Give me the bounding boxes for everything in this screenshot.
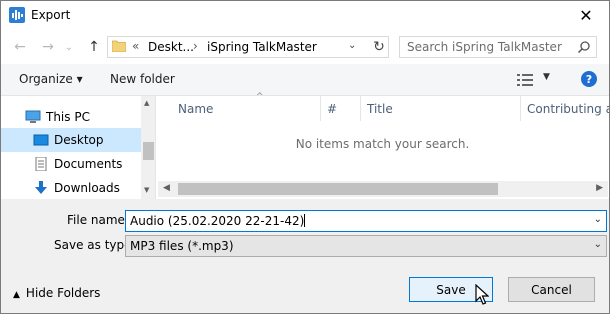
breadcrumb-desktop[interactable]: Deskt... bbox=[148, 40, 194, 54]
refresh-icon: ↻ bbox=[373, 39, 385, 55]
column-header-label: # bbox=[327, 102, 338, 116]
address-bar[interactable]: « Deskt... › iSpring TalkMaster ⌄ ↻ bbox=[107, 36, 389, 58]
downloads-icon bbox=[35, 181, 47, 194]
text-caret bbox=[304, 214, 306, 227]
navigation-pane: This PC Desktop Documents Downloads ▲ ▼ bbox=[1, 96, 156, 199]
forward-button[interactable]: → bbox=[39, 39, 57, 55]
forward-arrow-icon: → bbox=[42, 39, 54, 55]
up-button[interactable]: ↑ bbox=[85, 39, 103, 55]
sidebar-item-label: Documents bbox=[54, 157, 123, 171]
back-arrow-icon: ← bbox=[14, 39, 26, 55]
scroll-up-icon[interactable]: ▲ bbox=[144, 99, 149, 107]
file-name-input[interactable]: Audio (25.02.2020 22-21-42) ⌄ bbox=[125, 210, 607, 232]
file-list: ^ Name # Title Contributing art No items… bbox=[156, 92, 609, 199]
refresh-button[interactable]: ↻ bbox=[370, 38, 388, 56]
sort-ascending-icon: ^ bbox=[256, 92, 264, 102]
sidebar-item-label: Desktop bbox=[54, 133, 104, 147]
view-options-icon[interactable] bbox=[517, 73, 533, 87]
cancel-button[interactable]: Cancel bbox=[508, 277, 595, 302]
sidebar-item-label: This PC bbox=[46, 110, 90, 124]
computer-icon bbox=[25, 110, 41, 123]
up-arrow-icon: ↑ bbox=[88, 39, 100, 55]
back-button[interactable]: ← bbox=[11, 39, 29, 55]
breadcrumb-ispring-talkmaster[interactable]: iSpring TalkMaster bbox=[207, 40, 317, 54]
organize-button[interactable]: Organize ▾ bbox=[19, 72, 83, 86]
scroll-down-icon[interactable]: ▼ bbox=[144, 186, 149, 194]
save-as-type-select[interactable]: MP3 files (*.mp3) ⌄ bbox=[125, 235, 607, 257]
breadcrumb-separator[interactable]: › bbox=[193, 39, 198, 53]
close-button[interactable]: ✕ bbox=[563, 1, 609, 30]
column-header-label: Contributing art bbox=[527, 102, 609, 116]
chevron-up-icon: ▲ bbox=[13, 290, 20, 300]
search-placeholder: Search iSpring TalkMaster bbox=[407, 40, 562, 54]
sidebar-item-label: Downloads bbox=[54, 181, 120, 195]
mouse-cursor-icon bbox=[475, 284, 489, 305]
breadcrumb-overflow[interactable]: « bbox=[132, 39, 139, 53]
close-icon: ✕ bbox=[579, 6, 593, 25]
save-as-type-label: Save as type: bbox=[54, 238, 136, 252]
sidebar-item-downloads[interactable]: Downloads bbox=[1, 176, 141, 200]
folder-icon bbox=[112, 40, 126, 52]
column-header-number[interactable]: # bbox=[321, 96, 361, 121]
chevron-down-icon: ⌄ bbox=[64, 41, 74, 53]
column-header-label: Name bbox=[178, 102, 214, 116]
sidebar-item-documents[interactable]: Documents bbox=[1, 152, 141, 176]
horizontal-scroll-thumb[interactable] bbox=[178, 183, 498, 195]
search-icon bbox=[577, 41, 590, 54]
navpane-scrollbar[interactable]: ▲ ▼ bbox=[141, 96, 155, 199]
scroll-right-icon[interactable]: ▶ bbox=[596, 183, 603, 193]
scroll-left-icon[interactable]: ◀ bbox=[163, 183, 170, 193]
search-box[interactable]: Search iSpring TalkMaster bbox=[399, 36, 597, 58]
navpane-scroll-thumb[interactable] bbox=[143, 142, 154, 160]
sidebar-item-desktop[interactable]: Desktop bbox=[1, 128, 141, 152]
window-title: Export bbox=[31, 8, 71, 22]
column-header-name[interactable]: ^ Name bbox=[172, 92, 320, 121]
title-bar: Export ✕ bbox=[1, 1, 609, 30]
desktop-icon bbox=[33, 134, 49, 146]
filelist-horizontal-scrollbar[interactable]: ◀ ▶ bbox=[158, 181, 608, 197]
file-name-label: File name: bbox=[67, 213, 129, 227]
documents-icon bbox=[35, 157, 47, 171]
column-header-label: Title bbox=[367, 102, 393, 116]
sidebar-item-this-pc[interactable]: This PC bbox=[1, 105, 141, 129]
navigation-bar: ← → ⌄ ↑ « Deskt... › iSpring TalkMaster … bbox=[1, 30, 609, 64]
help-icon[interactable]: ? bbox=[581, 71, 597, 87]
chevron-down-icon: ⌄ bbox=[593, 239, 602, 250]
hide-folders-button[interactable]: ▲ Hide Folders bbox=[13, 286, 100, 300]
file-name-value: Audio (25.02.2020 22-21-42) bbox=[130, 214, 305, 228]
save-as-type-value: MP3 files (*.mp3) bbox=[130, 239, 234, 253]
column-header-title[interactable]: Title bbox=[361, 96, 521, 121]
chevron-down-icon[interactable]: ⌄ bbox=[594, 214, 602, 225]
ispring-app-icon bbox=[9, 7, 25, 23]
column-header-contributing-artists[interactable]: Contributing art bbox=[521, 96, 609, 121]
export-dialog: Export ✕ ← → ⌄ ↑ « Deskt... › iSpring Ta… bbox=[0, 0, 610, 314]
new-folder-button[interactable]: New folder bbox=[110, 72, 175, 86]
empty-state-message: No items match your search. bbox=[295, 137, 470, 151]
address-dropdown-icon[interactable]: ⌄ bbox=[348, 40, 356, 51]
hide-folders-label: Hide Folders bbox=[25, 286, 101, 300]
save-form: File name: Audio (25.02.2020 22-21-42) ⌄… bbox=[1, 199, 609, 313]
recent-locations-button[interactable]: ⌄ bbox=[63, 39, 75, 55]
command-bar: Organize ▾ New folder ▼ ? bbox=[1, 64, 609, 96]
view-dropdown-icon[interactable]: ▼ bbox=[543, 72, 550, 82]
